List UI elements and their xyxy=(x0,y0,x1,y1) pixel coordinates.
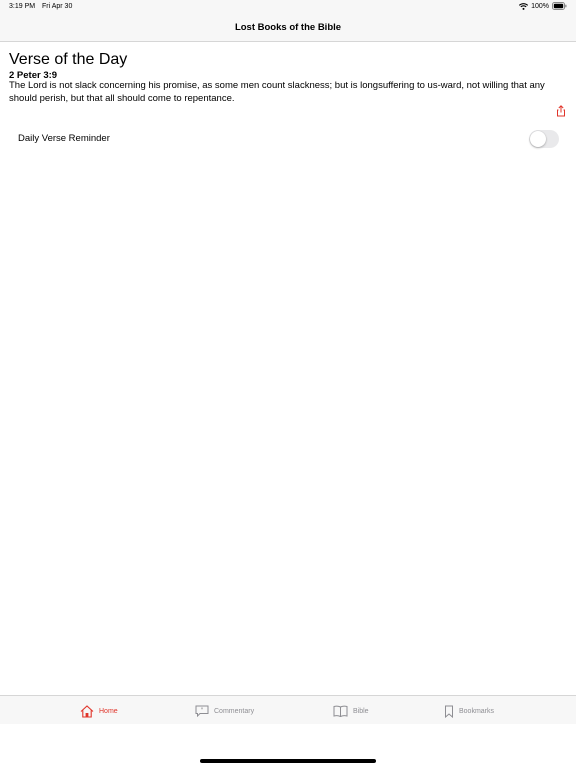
tab-bar: Home " Commentary Bible Bookmarks xyxy=(0,695,576,724)
wifi-icon xyxy=(519,2,529,10)
daily-reminder-label: Daily Verse Reminder xyxy=(18,133,110,144)
status-indicators: 100% xyxy=(519,2,567,10)
tab-bible-label: Bible xyxy=(353,707,369,715)
book-icon xyxy=(333,705,348,717)
tab-commentary[interactable]: " Commentary xyxy=(195,703,254,719)
status-date: Fri Apr 30 xyxy=(42,3,73,10)
tab-home-label: Home xyxy=(99,707,118,715)
tab-bookmarks-label: Bookmarks xyxy=(459,707,495,715)
tab-bible[interactable]: Bible xyxy=(333,703,369,719)
daily-reminder-toggle[interactable] xyxy=(529,130,559,148)
tab-home[interactable]: Home xyxy=(80,703,118,719)
page-title: Lost Books of the Bible xyxy=(234,22,342,33)
home-indicator[interactable] xyxy=(200,759,376,763)
status-bar: 3:19 PM Fri Apr 30 100% xyxy=(0,0,576,14)
svg-text:": " xyxy=(201,707,204,714)
app-screen: 3:19 PM Fri Apr 30 100% Lost Books of th… xyxy=(0,0,576,768)
tab-bookmarks[interactable]: Bookmarks xyxy=(444,703,494,719)
battery-percent: 100% xyxy=(531,2,549,10)
verse-of-day-heading: Verse of the Day xyxy=(9,51,128,68)
share-button[interactable] xyxy=(555,105,567,117)
commentary-icon: " xyxy=(195,705,209,717)
bookmark-icon xyxy=(445,705,453,718)
battery-icon xyxy=(552,2,567,10)
toggle-knob xyxy=(530,131,546,147)
verse-text: The Lord is not slack concerning his pro… xyxy=(9,80,545,104)
daily-reminder-row: Daily Verse Reminder xyxy=(0,128,576,150)
status-time: 3:19 PM xyxy=(9,3,36,10)
navigation-bar: Lost Books of the Bible xyxy=(0,14,576,42)
share-icon xyxy=(557,105,565,117)
home-icon xyxy=(80,704,94,718)
tab-commentary-label: Commentary xyxy=(214,707,255,715)
